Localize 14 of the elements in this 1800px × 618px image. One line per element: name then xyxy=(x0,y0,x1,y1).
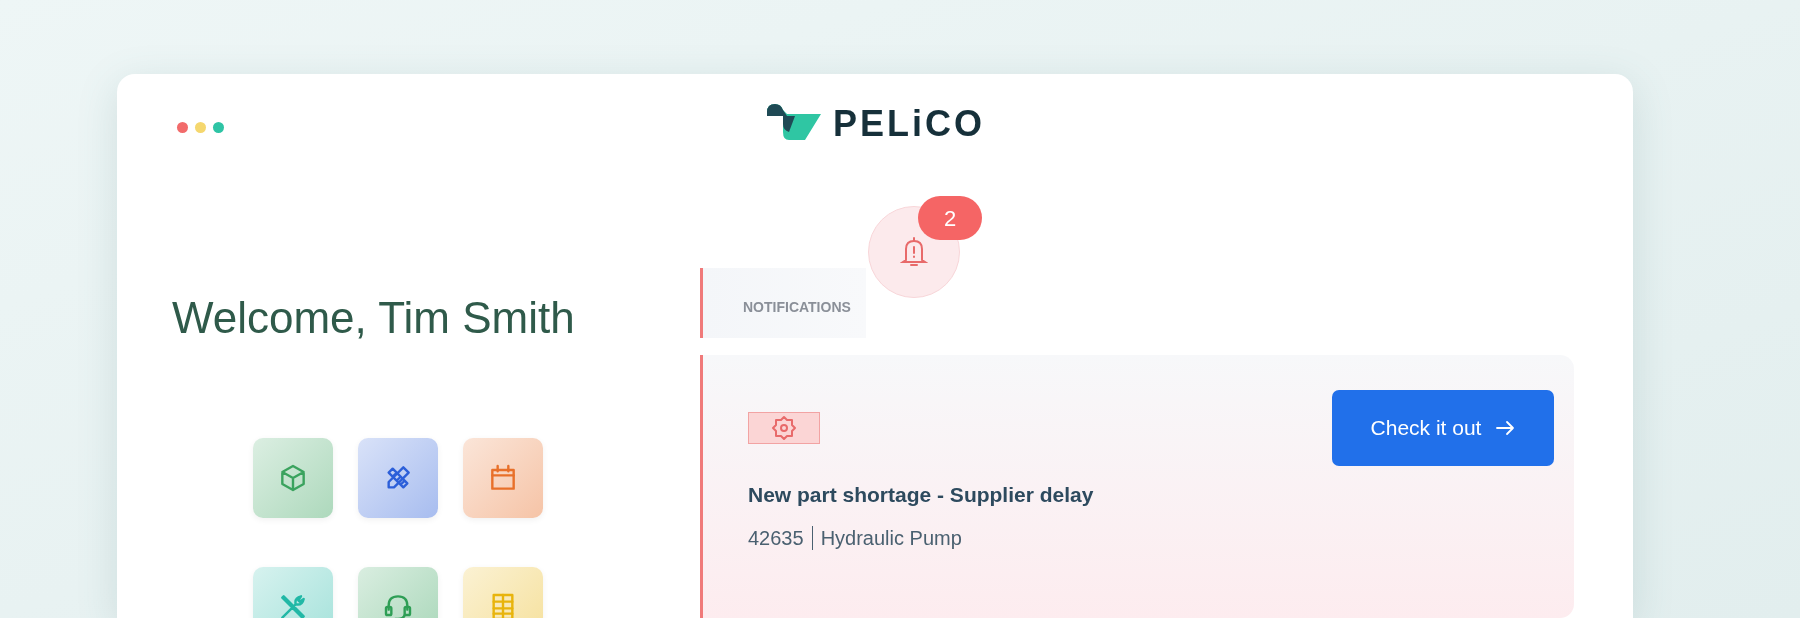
gear-tag-icon xyxy=(748,412,820,444)
part-number: 42635 xyxy=(748,525,804,551)
check-it-out-button[interactable]: Check it out xyxy=(1332,390,1554,466)
arrow-icon xyxy=(1495,420,1516,436)
notifications-tab[interactable]: NOTIFICATIONS xyxy=(700,268,866,338)
app-tile[interactable] xyxy=(463,438,543,518)
app-tile[interactable] xyxy=(358,438,438,518)
app-tile[interactable] xyxy=(253,438,333,518)
part-name: Hydraulic Pump xyxy=(820,525,962,551)
notification-title: New part shortage - Supplier delay xyxy=(748,482,1095,508)
bell-icon xyxy=(900,236,928,268)
logo-text: PELiCO xyxy=(833,106,985,142)
welcome-heading: Welcome, Tim Smith xyxy=(172,293,576,343)
notification-count-badge: 2 xyxy=(918,196,982,240)
